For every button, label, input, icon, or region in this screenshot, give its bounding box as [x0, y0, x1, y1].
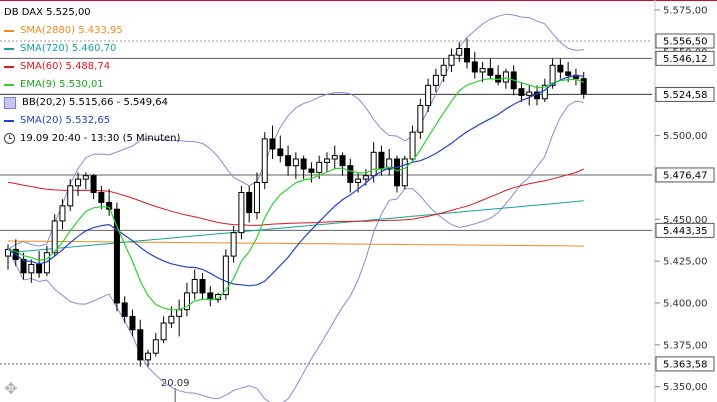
candle-body	[580, 78, 587, 95]
legend-sma2880: SMA(2880) 5.433,95	[4, 22, 168, 40]
legend-price: DB DAX 5.525,00	[4, 4, 168, 22]
candle-body	[292, 158, 299, 167]
candle-body	[199, 279, 206, 294]
candle-body	[67, 185, 74, 207]
candle-body	[145, 352, 152, 361]
candle-body	[417, 104, 424, 133]
candle-body	[51, 220, 58, 254]
legend-label: BB(20,2) 5.515,66 - 5.549,64	[22, 97, 168, 108]
candle-body	[502, 71, 509, 83]
candle-body	[222, 255, 229, 296]
legend-label: DB DAX 5.525,00	[4, 7, 91, 18]
candle-body	[137, 329, 144, 361]
candle-body	[176, 309, 183, 317]
candle-body	[269, 138, 276, 150]
candle-body	[464, 48, 471, 63]
legend-swatch	[4, 30, 14, 32]
candle-body	[129, 315, 136, 331]
candle-body	[191, 279, 198, 294]
legend-bb: BB(20,2) 5.515,66 - 5.549,64	[4, 94, 168, 112]
y-tick-label: 5.425,00	[663, 257, 708, 268]
candle-body	[471, 61, 478, 73]
candle-body	[90, 175, 97, 193]
legend-ema9: EMA(9) 5.530,01	[4, 76, 168, 94]
candle-body	[152, 339, 159, 354]
candle-body	[401, 158, 408, 187]
candle-body	[308, 168, 315, 173]
candle-body	[98, 191, 105, 204]
candle-body	[316, 161, 323, 173]
timeframe-text: 19.09 20:40 - 13:30 (5 Minuten)	[20, 133, 181, 144]
y-tick-label: 5.400,00	[663, 298, 708, 309]
legend-sma60: SMA(60) 5.488,74	[4, 58, 168, 76]
y-tick-label: 5.575,00	[663, 6, 708, 17]
candle-body	[479, 68, 486, 73]
legend-label: SMA(720) 5.460,70	[20, 43, 117, 54]
candle-body	[378, 151, 385, 170]
candle-body	[246, 191, 253, 214]
candle-body	[82, 175, 89, 180]
legend: DB DAX 5.525,00 SMA(2880) 5.433,95 SMA(7…	[4, 4, 168, 130]
candle-body	[440, 64, 447, 76]
legend-label: SMA(20) 5.532,65	[20, 115, 111, 126]
legend-swatch	[4, 66, 14, 68]
candle-body	[331, 155, 338, 160]
candle-body	[238, 191, 245, 234]
legend-label: SMA(2880) 5.433,95	[20, 25, 123, 36]
price-marker-label: 5.546,12	[663, 54, 708, 65]
move-icon[interactable]: ✥	[2, 380, 20, 398]
candle-body	[59, 205, 66, 222]
legend-swatch	[4, 97, 16, 109]
candle-body	[277, 148, 284, 157]
candle-body	[168, 315, 175, 324]
candle-body	[362, 175, 369, 180]
candle-body	[75, 178, 82, 187]
legend-swatch	[4, 84, 14, 86]
candle-body	[557, 64, 564, 73]
candle-body	[261, 138, 268, 183]
candle-body	[425, 84, 432, 106]
legend-label: EMA(9) 5.530,01	[20, 79, 104, 90]
candle-body	[432, 74, 439, 86]
y-tick-label: 5.350,00	[663, 382, 708, 393]
legend-swatch	[4, 48, 14, 50]
candle-body	[285, 155, 292, 167]
candle-body	[448, 54, 455, 66]
candle-body	[409, 131, 416, 160]
candle-body	[394, 158, 400, 187]
price-marker-label: 5.524,58	[663, 90, 708, 101]
candle-body	[323, 158, 330, 163]
price-marker-label: 5.363,58	[663, 359, 708, 370]
candle-body	[253, 181, 260, 214]
legend-sma20: SMA(20) 5.532,65	[4, 112, 168, 130]
candle-body	[339, 155, 346, 167]
bb-lower-line	[7, 100, 584, 402]
price-marker-label: 5.443,35	[663, 226, 708, 237]
candle-body	[526, 91, 533, 96]
candle-body	[230, 232, 237, 257]
chart: 5.350,00 5.375,00 5.400,00 5.425,00 5.450,00…	[0, 0, 717, 402]
candle-body	[456, 48, 463, 56]
candle-body	[518, 88, 525, 96]
candle-body	[487, 68, 494, 76]
y-tick-label: 5.375,00	[663, 340, 708, 351]
candle-body	[347, 165, 354, 183]
legend-label: SMA(60) 5.488,74	[20, 61, 111, 72]
candle-body	[28, 263, 35, 274]
candle-body	[300, 158, 307, 170]
timeframe-info: 19.09 20:40 - 13:30 (5 Minuten)	[4, 133, 180, 144]
candle-body	[121, 302, 128, 317]
price-marker-label: 5.556,50	[663, 36, 708, 47]
y-tick-label: 5.500,00	[663, 131, 708, 142]
candle-body	[355, 178, 362, 183]
candle-body	[20, 258, 27, 274]
price-marker-label: 5.476,47	[663, 170, 708, 181]
candle-body	[565, 71, 572, 76]
legend-sma720: SMA(720) 5.460,70	[4, 40, 168, 58]
legend-swatch	[4, 120, 14, 122]
candle-body	[160, 322, 167, 341]
clock-icon	[4, 133, 15, 144]
candle-body	[370, 151, 377, 177]
candle-body	[36, 263, 43, 274]
